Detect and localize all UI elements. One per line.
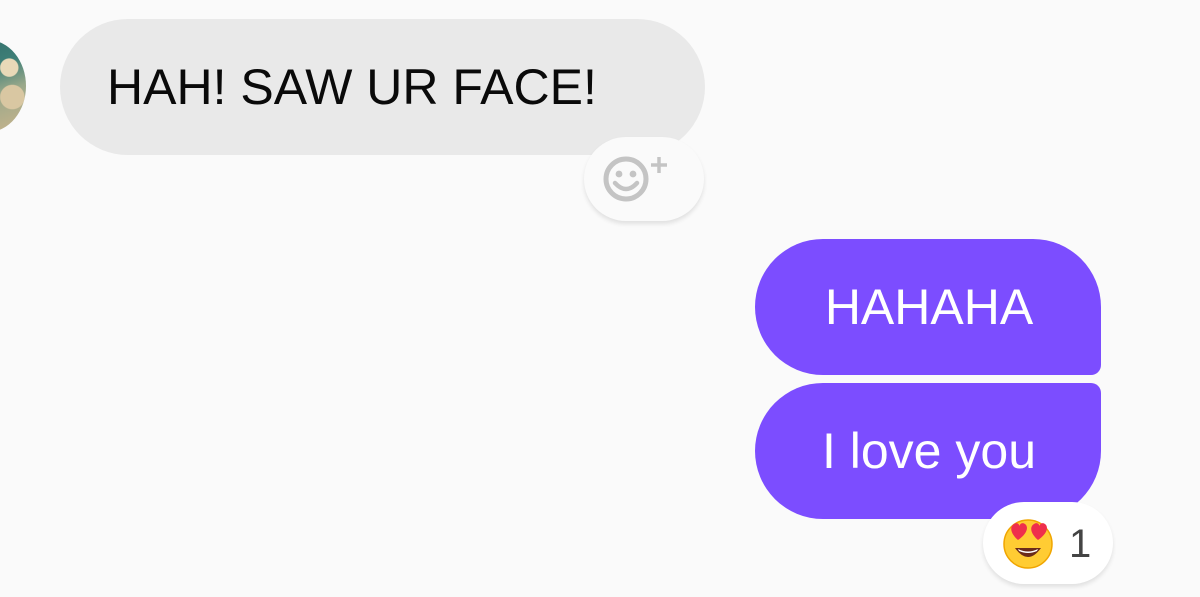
sender-avatar[interactable] <box>0 40 26 132</box>
add-reaction-button[interactable] <box>584 137 704 221</box>
heart-eyes-emoji-icon <box>1003 519 1053 569</box>
reaction-count: 1 <box>1069 521 1092 566</box>
message-text: HAHAHA <box>824 279 1034 335</box>
incoming-message-bubble[interactable]: HAH! SAW UR FACE! <box>60 19 705 155</box>
add-reaction-icon <box>603 156 667 202</box>
message-text: HAH! SAW UR FACE! <box>107 59 597 115</box>
outgoing-message-bubble[interactable]: I love you <box>755 383 1101 519</box>
reaction-summary[interactable]: 1 <box>983 502 1113 584</box>
outgoing-message-bubble[interactable]: HAHAHA <box>755 239 1101 375</box>
message-text: I love you <box>821 423 1036 479</box>
